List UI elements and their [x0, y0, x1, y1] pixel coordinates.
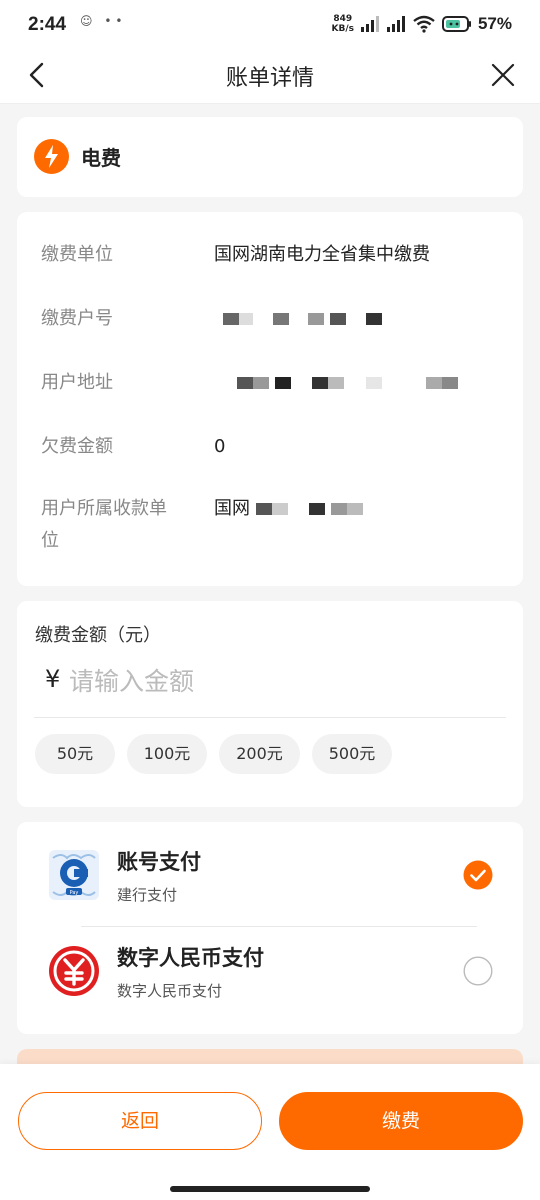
quick-amount-100[interactable]: 100元	[127, 734, 207, 774]
radio-unchecked-icon[interactable]	[463, 956, 493, 986]
payment-method-card: Pay 账号支付 建行支付 数字人民币支付 数字人民币支付	[17, 822, 523, 1034]
page-title: 账单详情	[225, 66, 314, 91]
ccb-pay-icon: Pay	[49, 850, 99, 900]
signal-icon	[360, 16, 379, 32]
amount-card: 缴费金额（元） ¥ 50元 100元 200元 500元	[17, 601, 523, 807]
nav-bar: 账单详情	[0, 50, 540, 104]
info-label: 欠费金额	[41, 436, 113, 457]
close-icon[interactable]	[488, 60, 518, 90]
info-label: 缴费单位	[41, 244, 113, 265]
payment-option-digital-rmb[interactable]: 数字人民币支付 数字人民币支付	[17, 928, 523, 1024]
radio-checked-icon[interactable]	[463, 860, 493, 890]
payment-method-sub: 建行支付	[117, 886, 178, 904]
redacted-account-number	[223, 303, 382, 335]
status-time: 2:44	[28, 14, 67, 35]
battery-percent: 57%	[477, 14, 512, 33]
payment-option-account[interactable]: Pay 账号支付 建行支付	[17, 832, 523, 928]
status-icons: 849 KB/s 57%	[331, 14, 512, 34]
notification-dots-icon: ☺ ••	[80, 14, 127, 28]
bill-title-card: 电费	[17, 117, 523, 197]
info-label: 缴费户号	[41, 308, 113, 329]
quick-amount-500[interactable]: 500元	[312, 734, 392, 774]
bottom-action-bar: 返回 缴费	[0, 1064, 540, 1200]
info-value: 0	[214, 436, 226, 457]
svg-text:Pay: Pay	[70, 890, 79, 896]
bill-type-title: 电费	[81, 146, 121, 170]
currency-symbol: ¥	[45, 665, 61, 693]
payment-method-name: 账号支付	[117, 850, 201, 874]
lightning-icon	[34, 139, 69, 174]
payment-method-name: 数字人民币支付	[117, 946, 264, 970]
network-speed-value: 849	[333, 14, 353, 24]
quick-amount-200[interactable]: 200元	[219, 734, 300, 774]
bill-info-card: 缴费单位 国网湖南电力全省集中缴费 缴费户号 用户地址 欠费金额 0 用户所属收…	[17, 212, 523, 586]
amount-input[interactable]	[69, 661, 489, 701]
divider	[81, 926, 477, 927]
quick-amount-50[interactable]: 50元	[35, 734, 115, 774]
amount-label: 缴费金额（元）	[35, 625, 161, 646]
digital-rmb-icon	[49, 946, 99, 996]
network-speed-unit: KB/s	[331, 24, 354, 34]
payment-method-sub: 数字人民币支付	[117, 982, 223, 1000]
back-button[interactable]: 返回	[18, 1092, 262, 1150]
pay-button[interactable]: 缴费	[279, 1092, 523, 1150]
network-speed: 849 KB/s	[331, 14, 353, 34]
divider	[34, 717, 506, 718]
redacted-address	[237, 367, 458, 399]
wifi-icon	[413, 15, 435, 33]
battery-icon	[441, 16, 471, 32]
info-label: 用户所属收款单位	[41, 498, 167, 551]
signal-icon-2	[386, 16, 405, 32]
info-value: 国网	[214, 498, 250, 519]
info-label: 用户地址	[41, 372, 113, 393]
status-bar: 2:44 ☺ •• 849 KB/s 57%	[0, 0, 540, 50]
info-value: 国网湖南电力全省集中缴费	[214, 244, 430, 265]
home-indicator[interactable]	[170, 1186, 370, 1192]
redacted-collector: 国网	[214, 493, 364, 525]
